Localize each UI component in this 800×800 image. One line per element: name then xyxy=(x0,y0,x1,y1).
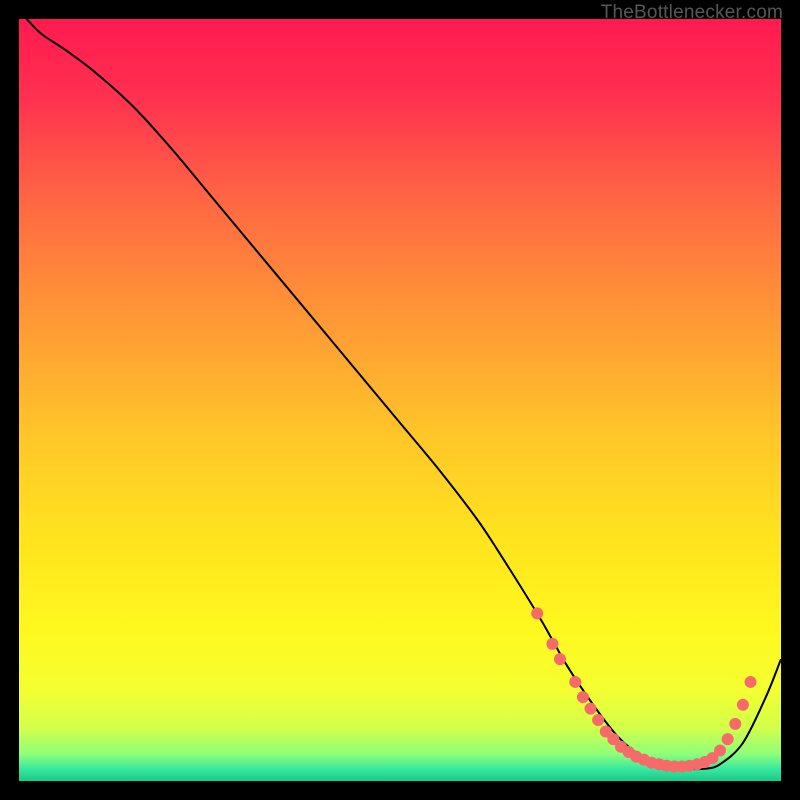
data-point xyxy=(577,691,589,703)
chart-svg xyxy=(19,19,781,781)
data-point xyxy=(729,718,741,730)
data-point xyxy=(554,653,566,665)
data-point xyxy=(569,676,581,688)
gradient-background xyxy=(19,19,781,781)
chart-frame: TheBottleneсker.com xyxy=(19,19,781,781)
data-point xyxy=(737,699,749,711)
data-point xyxy=(546,638,558,650)
data-point xyxy=(531,607,543,619)
data-point xyxy=(714,745,726,757)
data-point xyxy=(585,703,597,715)
data-point xyxy=(592,714,604,726)
data-point xyxy=(722,733,734,745)
data-point xyxy=(745,676,757,688)
plot-area: TheBottleneсker.com xyxy=(19,19,781,781)
